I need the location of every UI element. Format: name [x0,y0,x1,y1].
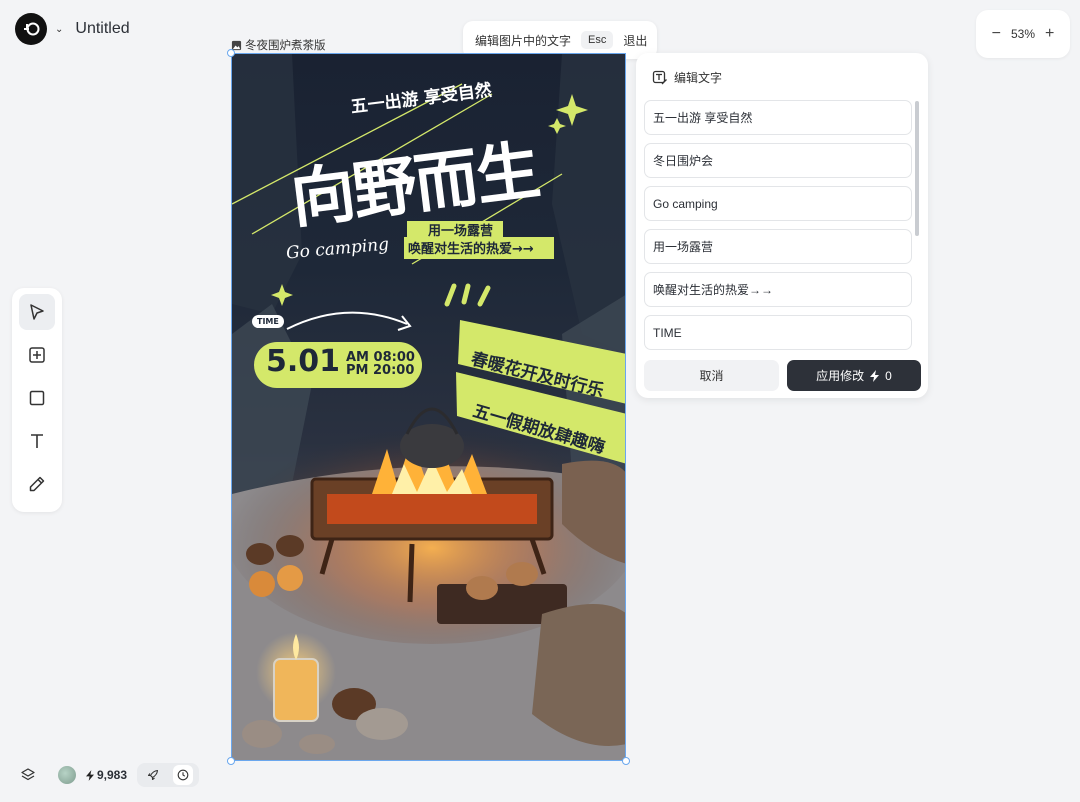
exit-button[interactable]: 退出 [623,32,647,49]
resize-handle-top-left[interactable] [227,49,235,57]
credits-display: 9,983 [86,768,127,782]
poster-tag2: 唤醒对生活的热爱→→ [408,242,534,257]
tool-palette [12,288,62,512]
add-tool[interactable] [19,337,55,373]
chevron-down-icon[interactable]: ⌄ [55,24,63,35]
zoom-level[interactable]: 53% [1011,27,1035,41]
canvas-image-label: 冬夜围炉煮茶版 [231,37,326,53]
select-tool[interactable] [19,294,55,330]
zoom-in-button[interactable]: + [1045,25,1054,43]
text-item-input[interactable]: 唤醒对生活的热爱→→ [644,272,912,307]
avatar[interactable] [58,766,76,784]
poster-image[interactable]: 五一出游 享受自然 向野而生 Go camping 用一场露营 唤醒对生活的热爱… [231,53,626,761]
apply-changes-button[interactable]: 应用修改 0 [787,360,921,391]
resize-handle-bottom-right[interactable] [622,757,630,765]
text-item-list: 五一出游 享受自然 冬日围炉会 Go camping 用一场露营 唤醒对生活的热… [644,100,912,358]
lightning-icon [86,769,94,781]
poster-time-badge: TIME [252,315,284,328]
mode-switcher [137,763,200,787]
layers-icon[interactable] [20,767,36,783]
edit-mode-label: 编辑图片中的文字 [475,33,572,48]
edit-text-panel: 编辑文字 五一出游 享受自然 冬日围炉会 Go camping 用一场露营 唤醒… [636,53,928,398]
poster-tag1: 用一场露营 [428,224,494,239]
poster-date: 5.01 [266,344,341,379]
text-item-input[interactable]: 五一出游 享受自然 [644,100,912,135]
pen-tool[interactable] [19,466,55,502]
text-tool[interactable] [19,423,55,459]
cancel-button[interactable]: 取消 [644,360,779,391]
cursor-icon [30,304,44,320]
text-item-input[interactable]: 冬日围炉会 [644,143,912,178]
panel-title: 编辑文字 [674,71,723,85]
text-item-input[interactable]: Go camping [644,186,912,221]
history-button[interactable] [173,765,194,785]
document-title[interactable]: Untitled [75,20,129,38]
panel-scrollbar[interactable] [915,101,919,236]
bottom-status-bar: 9,983 [20,763,200,787]
zoom-control: − 53% + [976,10,1070,58]
text-item-input[interactable]: TIME [644,315,912,350]
esc-key-hint: Esc [581,31,614,49]
rectangle-tool[interactable] [19,380,55,416]
resize-handle-bottom-left[interactable] [227,757,235,765]
text-item-input[interactable]: 用一场露营 [644,229,912,264]
apply-cost: 0 [885,368,892,383]
pencil-icon [29,476,45,492]
image-name: 冬夜围炉煮茶版 [245,40,326,52]
rocket-button[interactable] [143,765,163,785]
zoom-out-button[interactable]: − [992,25,1001,43]
text-icon [31,434,43,448]
square-icon [29,390,45,406]
panel-header: 编辑文字 [652,69,722,86]
apply-label: 应用修改 [816,369,865,383]
poster-time-pm: PM 20:00 [346,363,415,378]
lightning-icon [870,369,880,382]
logo-icon[interactable] [15,13,47,45]
clock-icon [177,769,189,781]
app-brand: ⌄ Untitled [15,13,130,45]
plus-square-icon [29,347,45,363]
rocket-icon [147,769,159,781]
credits-count: 9,983 [97,768,128,782]
edit-text-icon [652,70,667,84]
